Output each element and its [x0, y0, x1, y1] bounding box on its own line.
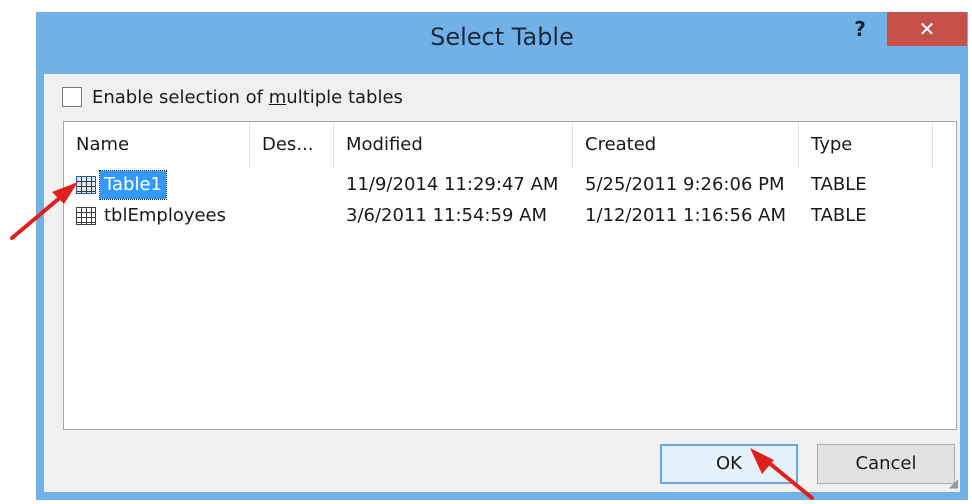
table-name[interactable]: Table1 [99, 170, 167, 200]
tables-list[interactable]: Name Des... Modified Created Type Table1… [63, 121, 957, 430]
multiple-tables-option[interactable]: Enable selection of multiple tables [62, 84, 403, 110]
modified-cell: 3/6/2011 11:54:59 AM [346, 205, 547, 226]
enable-multiple-tables-checkbox[interactable] [62, 87, 82, 107]
ok-button[interactable]: OK [660, 444, 798, 484]
column-header-name[interactable]: Name [64, 122, 250, 168]
column-header-created[interactable]: Created [573, 122, 799, 168]
name-cell: Table1 [76, 170, 167, 200]
help-button[interactable]: ? [833, 12, 887, 46]
table-name[interactable]: tblEmployees [100, 202, 230, 230]
close-button[interactable]: ✕ [887, 12, 967, 46]
created-cell: 5/25/2011 9:26:06 PM [585, 174, 785, 195]
table-icon [76, 176, 96, 194]
cancel-button[interactable]: Cancel [817, 444, 955, 484]
name-cell: tblEmployees [76, 202, 230, 230]
title-bar[interactable]: Select Table ? ✕ [36, 12, 968, 62]
column-header-modified[interactable]: Modified [334, 122, 573, 168]
resize-grip-icon[interactable]: ◢ [949, 476, 958, 490]
label-after: ultiple tables [286, 86, 403, 108]
modified-cell: 11/9/2014 11:29:47 AM [346, 174, 559, 195]
column-header-type[interactable]: Type [799, 122, 933, 168]
type-cell: TABLE [811, 174, 867, 195]
type-cell: TABLE [811, 205, 867, 226]
dialog-client-area: Enable selection of multiple tables Name… [44, 74, 960, 492]
dialog-title: Select Table [430, 23, 574, 51]
created-cell: 1/12/2011 1:16:56 AM [585, 205, 786, 226]
table-row[interactable]: tblEmployees 3/6/2011 11:54:59 AM 1/12/2… [64, 202, 956, 230]
label-before: Enable selection of [92, 86, 269, 108]
table-row[interactable]: Table1 11/9/2014 11:29:47 AM 5/25/2011 9… [64, 170, 956, 200]
table-icon [76, 207, 96, 225]
column-header-description[interactable]: Des... [250, 122, 334, 168]
label-mnemonic: m [268, 86, 287, 108]
enable-multiple-tables-label[interactable]: Enable selection of multiple tables [92, 87, 403, 108]
select-table-dialog: Select Table ? ✕ Enable selection of mul… [36, 12, 968, 500]
list-header: Name Des... Modified Created Type [64, 122, 956, 168]
